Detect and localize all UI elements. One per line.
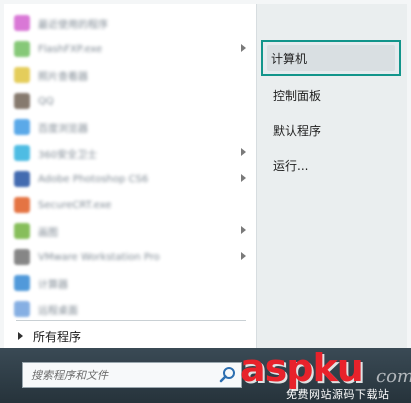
program-icon: [14, 223, 30, 239]
search-input[interactable]: [23, 367, 219, 383]
all-programs-label: 所有程序: [33, 329, 82, 344]
search-box[interactable]: [22, 362, 242, 388]
program-icon: [14, 119, 30, 135]
computer-item[interactable]: 计算机: [261, 40, 401, 76]
site-watermark: aspku com 免费网站源码下载站: [240, 346, 411, 403]
watermark-suffix: com: [376, 366, 411, 387]
program-label: QQ: [38, 95, 54, 107]
program-icon: [14, 249, 30, 265]
program-item[interactable]: 远程桌面: [4, 296, 256, 322]
submenu-arrow-icon[interactable]: [241, 174, 246, 182]
submenu-arrow-icon[interactable]: [241, 44, 246, 52]
run-label: 运行...: [273, 158, 309, 173]
program-item[interactable]: 计算器: [4, 270, 256, 296]
submenu-arrow-icon[interactable]: [241, 252, 246, 260]
submenu-arrow-icon[interactable]: [241, 226, 246, 234]
divider: [16, 320, 246, 321]
program-item[interactable]: 照片查看器: [4, 62, 256, 88]
program-label: 照片查看器: [38, 71, 88, 83]
program-item[interactable]: 360安全卫士: [4, 140, 256, 166]
run-item[interactable]: 运行...: [265, 152, 401, 178]
program-list-pane: 最近使用的程序 FlashFXP.exe 照片查看器 QQ 百度浏览器 360安全卫士 Ad…: [4, 4, 257, 348]
program-icon: [14, 93, 30, 109]
program-item[interactable]: 最近使用的程序: [4, 10, 256, 36]
program-label: Adobe Photoshop CS6: [38, 173, 149, 185]
program-label: 360安全卫士: [38, 149, 98, 161]
program-icon: [14, 41, 30, 57]
program-item[interactable]: QQ: [4, 88, 256, 114]
computer-label: 计算机: [271, 51, 308, 66]
program-label: 计算器: [38, 279, 68, 291]
program-label: VMware Workstation Pro: [38, 251, 160, 263]
program-icon: [14, 145, 30, 161]
program-item[interactable]: Adobe Photoshop CS6: [4, 166, 256, 192]
control-panel-label: 控制面板: [273, 88, 322, 103]
program-item[interactable]: VMware Workstation Pro: [4, 244, 256, 270]
triangle-right-icon: [18, 332, 23, 340]
control-panel-item[interactable]: 控制面板: [265, 82, 401, 108]
program-icon: [14, 197, 30, 213]
program-label: SecureCRT.exe: [38, 199, 112, 211]
program-icon: [14, 171, 30, 187]
places-pane: 计算机 控制面板 默认程序 运行...: [257, 4, 407, 348]
program-item[interactable]: 画图: [4, 218, 256, 244]
search-icon[interactable]: [219, 366, 237, 384]
all-programs-button[interactable]: 所有程序: [18, 326, 81, 346]
program-label: 画图: [38, 227, 58, 239]
watermark-brand: aspku: [240, 346, 364, 390]
program-item[interactable]: SecureCRT.exe: [4, 192, 256, 218]
submenu-arrow-icon[interactable]: [241, 148, 246, 156]
program-item[interactable]: 百度浏览器: [4, 114, 256, 140]
program-icon: [14, 275, 30, 291]
program-icon: [14, 15, 30, 31]
program-icon: [14, 67, 30, 83]
default-programs-label: 默认程序: [273, 123, 322, 138]
watermark-subtitle: 免费网站源码下载站: [286, 388, 390, 401]
program-label: FlashFXP.exe: [38, 43, 103, 55]
default-programs-item[interactable]: 默认程序: [265, 117, 401, 143]
program-item[interactable]: FlashFXP.exe: [4, 36, 256, 62]
program-icon: [14, 301, 30, 317]
recent-programs-list: 最近使用的程序 FlashFXP.exe 照片查看器 QQ 百度浏览器 360安全卫士 Ad…: [4, 10, 256, 322]
program-label: 远程桌面: [38, 305, 78, 317]
program-label: 百度浏览器: [38, 123, 88, 135]
program-label: 最近使用的程序: [38, 19, 108, 31]
